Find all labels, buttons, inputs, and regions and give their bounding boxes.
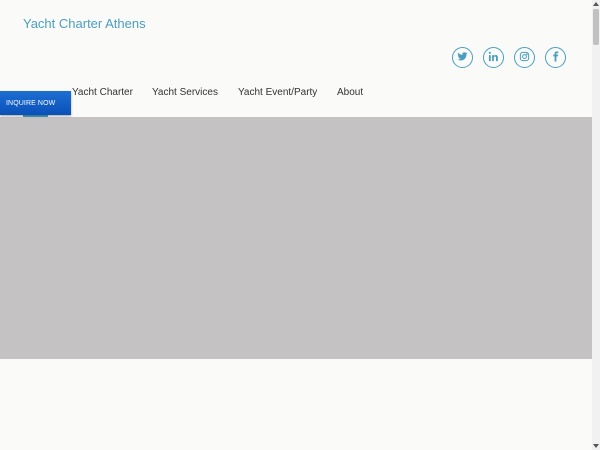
vertical-scrollbar[interactable] <box>592 0 600 450</box>
nav-item-about[interactable]: About <box>337 87 363 98</box>
facebook-button[interactable] <box>545 47 566 68</box>
scroll-down-arrow[interactable] <box>592 442 600 450</box>
nav-item-yacht-charter[interactable]: Yacht Charter <box>72 87 133 98</box>
twitter-button[interactable] <box>452 47 473 68</box>
linkedin-icon <box>488 49 499 67</box>
nav-item-yacht-event-party[interactable]: Yacht Event/Party <box>238 87 317 98</box>
instagram-button[interactable] <box>514 47 535 68</box>
instagram-icon <box>519 49 530 67</box>
linkedin-button[interactable] <box>483 47 504 68</box>
scrollbar-thumb[interactable] <box>593 9 599 45</box>
inquire-now-button[interactable]: INQUIRE NOW <box>0 91 71 115</box>
site-title-link[interactable]: Yacht Charter Athens <box>23 16 146 31</box>
nav-item-yacht-services[interactable]: Yacht Services <box>152 87 218 98</box>
facebook-icon <box>550 49 561 67</box>
hero-image-area <box>0 117 592 359</box>
scroll-up-arrow[interactable] <box>592 0 600 8</box>
chevron-down-icon <box>593 444 599 448</box>
chevron-up-icon <box>593 2 599 6</box>
twitter-icon <box>457 49 468 67</box>
page: Yacht Charter Athens Yacht Charter Yacht… <box>0 0 592 450</box>
